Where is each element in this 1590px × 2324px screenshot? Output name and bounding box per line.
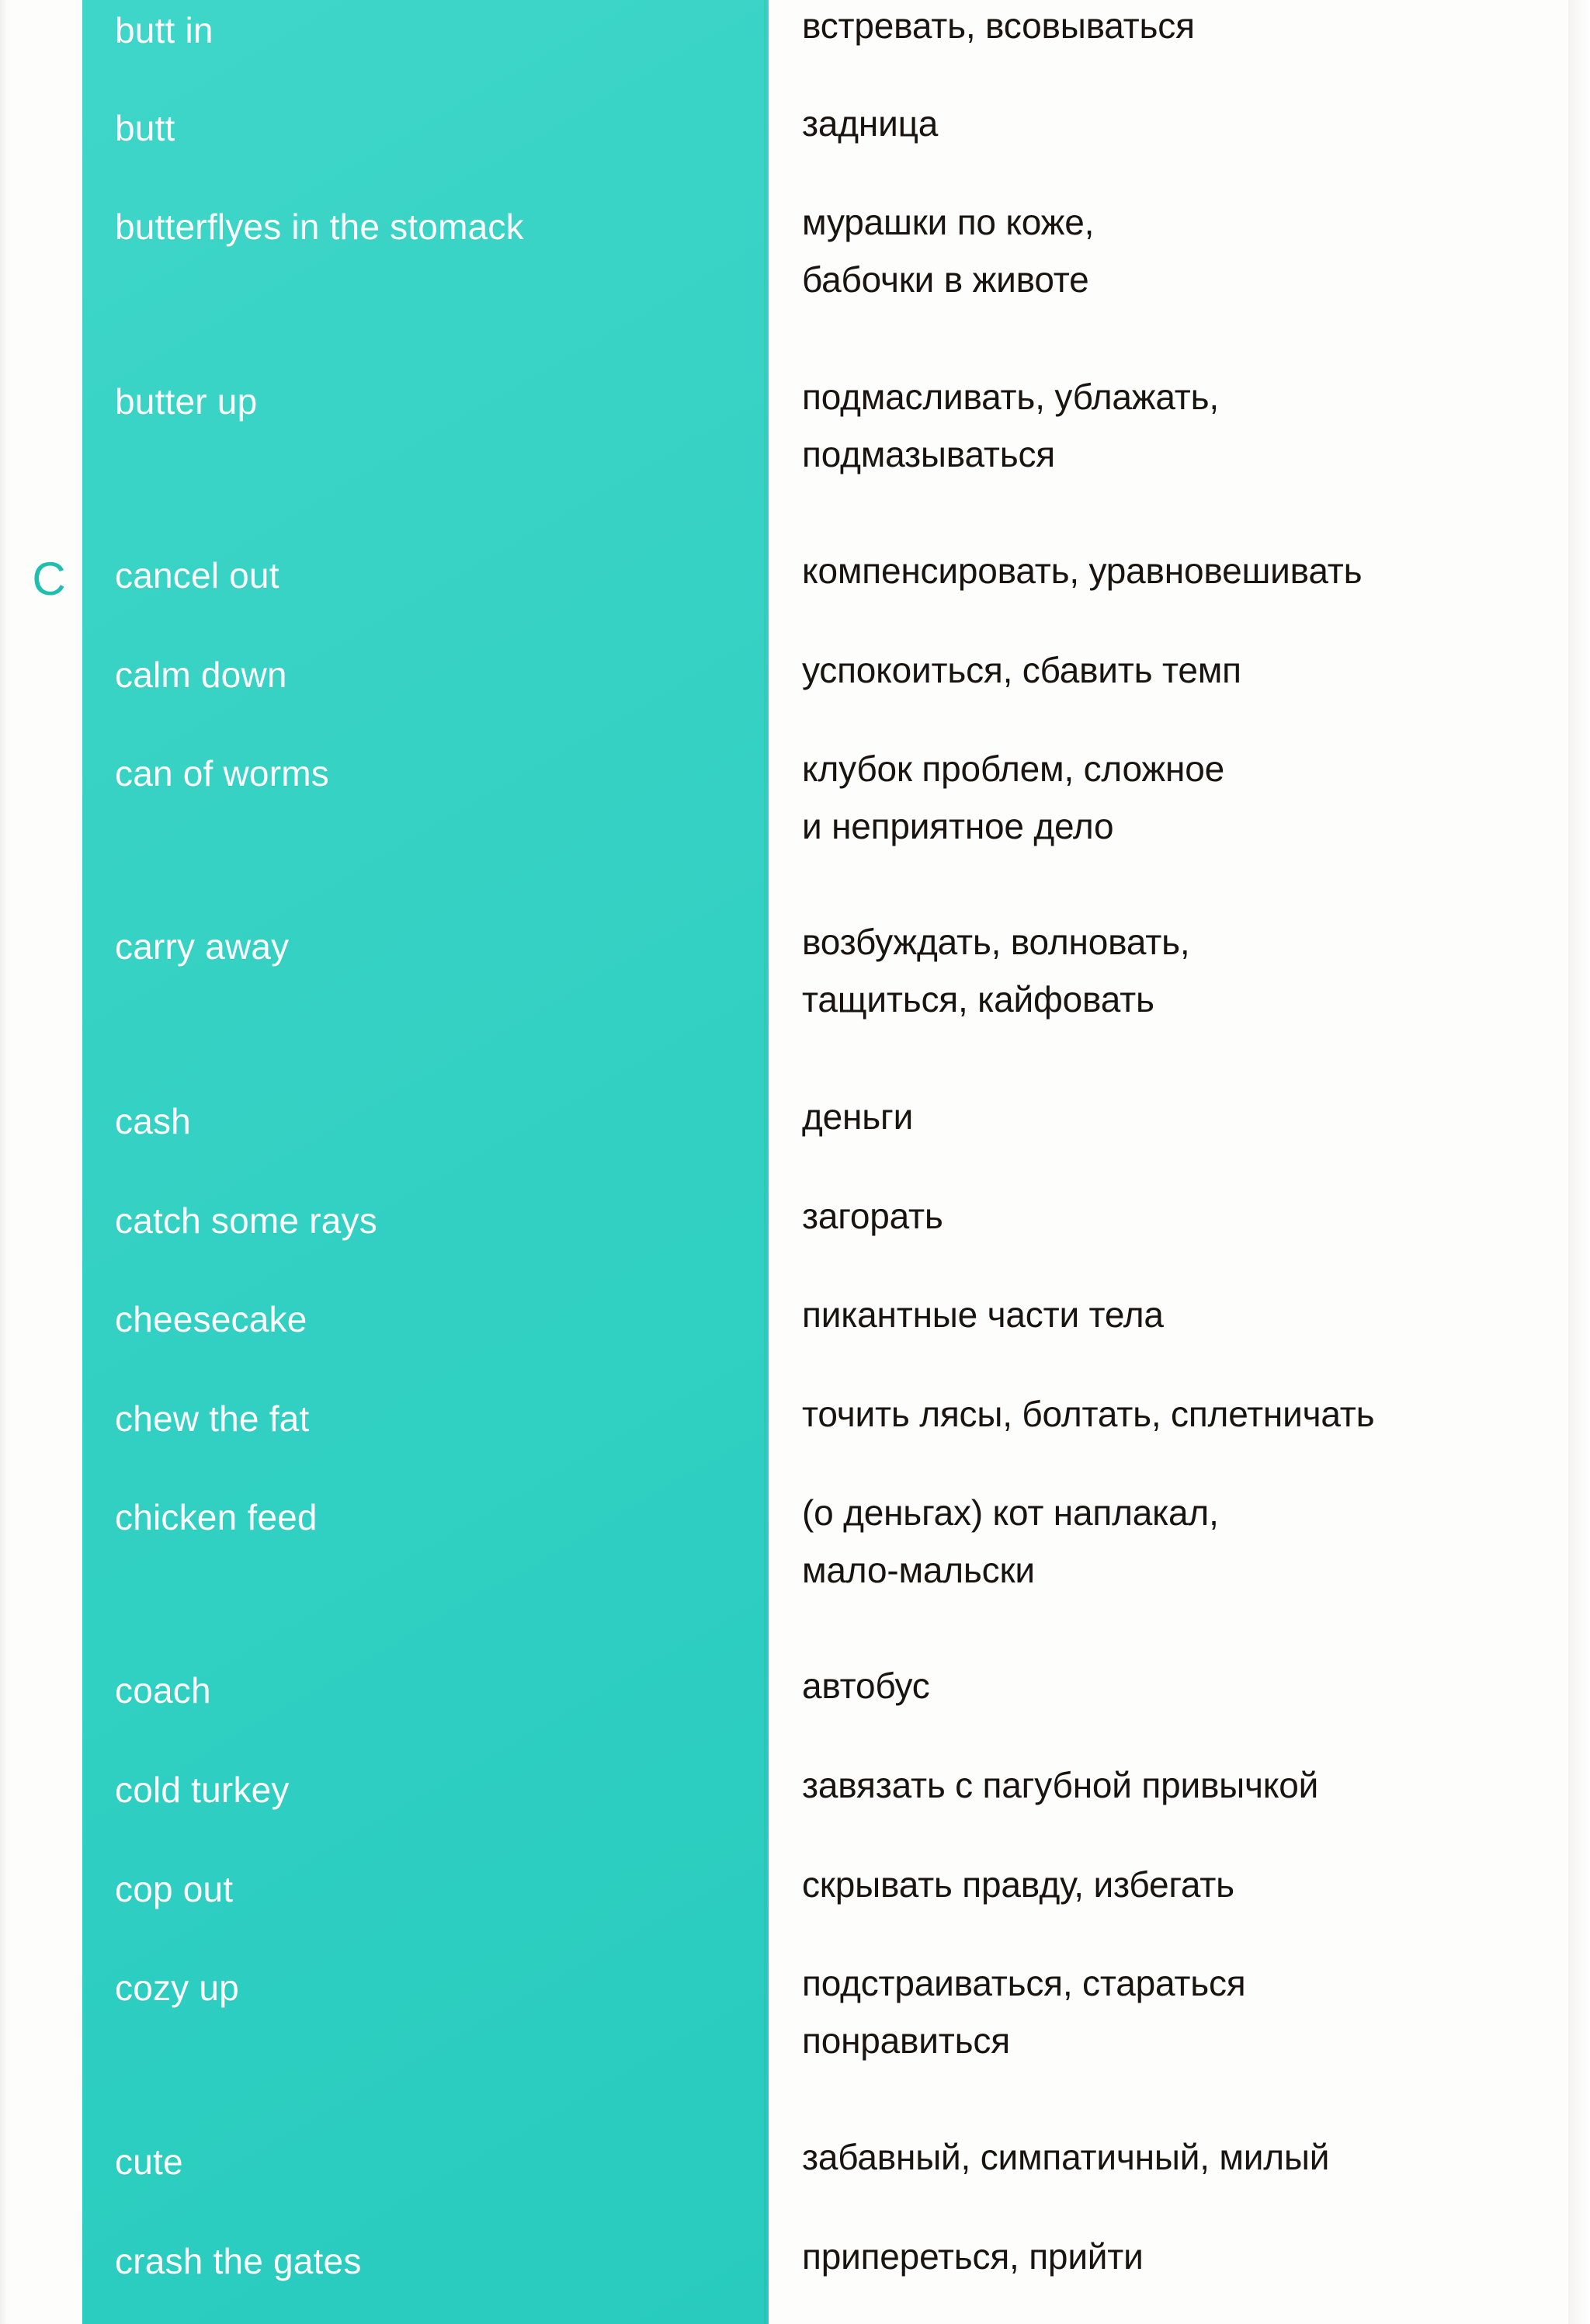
entry-definition: завязать с пагубной привычкой bbox=[802, 1767, 1578, 1803]
definition-line: бабочки в животе bbox=[802, 259, 1089, 300]
definition-line: точить лясы, болтать, сплетничать bbox=[802, 1394, 1375, 1434]
dictionary-page: C butt in встревать, всовываться butt задни… bbox=[0, 0, 1590, 2324]
entry-definition: (о деньгах) кот наплакал, мало-мальски bbox=[802, 1495, 1578, 1588]
entry-term: butt in bbox=[115, 10, 214, 50]
definition-line: пикантные части тела bbox=[802, 1294, 1164, 1335]
entry-term: cancel out bbox=[115, 555, 279, 596]
entry-definition: мурашки по коже, бабочки в животе bbox=[802, 204, 1578, 297]
definition-line: завязать с пагубной привычкой bbox=[802, 1765, 1319, 1805]
definition-line: автобус bbox=[802, 1666, 930, 1706]
entry-term: calm down bbox=[115, 655, 287, 695]
entry-term: cute bbox=[115, 2142, 183, 2182]
entry-definition: подстраиваться, стараться понравиться bbox=[802, 1965, 1578, 2058]
definition-line: задница bbox=[802, 103, 939, 144]
entry-definition: клубок проблем, сложное и неприятное дело bbox=[802, 751, 1578, 844]
glossary-entry-list: butt in встревать, всовываться butt задница… bbox=[0, 0, 1590, 2324]
definition-line: клубок проблем, сложное bbox=[802, 749, 1224, 789]
entry-definition: встревать, всовываться bbox=[802, 8, 1578, 43]
definition-line: подмасливать, ублажать, bbox=[802, 377, 1219, 417]
definition-line: деньги bbox=[802, 1096, 914, 1137]
definition-line: забавный, симпатичный, милый bbox=[802, 2137, 1330, 2177]
entry-term: butterflyes in the stomack bbox=[115, 207, 524, 247]
entry-term: coach bbox=[115, 1670, 211, 1711]
definition-line: успокоиться, сбавить темп bbox=[802, 650, 1241, 690]
entry-term: can of worms bbox=[115, 753, 329, 794]
entry-term: butter up bbox=[115, 381, 258, 422]
definition-line: встревать, всовываться bbox=[802, 5, 1195, 46]
entry-term: catch some rays bbox=[115, 1200, 377, 1241]
entry-term: cop out bbox=[115, 1869, 234, 1909]
definition-line: тащиться, кайфовать bbox=[802, 979, 1154, 1020]
entry-definition: точить лясы, болтать, сплетничать bbox=[802, 1396, 1578, 1432]
entry-definition: возбуждать, волновать, тащиться, кайфоват… bbox=[802, 924, 1578, 1017]
definition-line: компенсировать, уравновешивать bbox=[802, 551, 1363, 591]
entry-term: cold turkey bbox=[115, 1770, 290, 1810]
definition-line: и неприятное дело bbox=[802, 806, 1114, 846]
entry-term: chicken feed bbox=[115, 1497, 318, 1537]
entry-definition: деньги bbox=[802, 1099, 1578, 1134]
entry-term: cheesecake bbox=[115, 1299, 307, 1339]
definition-line: загорать bbox=[802, 1196, 943, 1236]
definition-line: возбуждать, волновать, bbox=[802, 922, 1190, 962]
entry-definition: загорать bbox=[802, 1198, 1578, 1234]
entry-term: carry away bbox=[115, 926, 290, 967]
entry-definition: успокоиться, сбавить темп bbox=[802, 652, 1578, 688]
definition-line: мурашки по коже, bbox=[802, 202, 1095, 242]
definition-line: понравиться bbox=[802, 2020, 1010, 2061]
entry-definition: задница bbox=[802, 106, 1578, 141]
definition-line: мало-мальски bbox=[802, 1550, 1035, 1590]
entry-definition: забавный, симпатичный, милый bbox=[802, 2139, 1578, 2175]
entry-term: crash the gates bbox=[115, 2241, 362, 2281]
definition-line: подмазываться bbox=[802, 434, 1056, 474]
entry-term: cozy up bbox=[115, 1968, 239, 2008]
entry-definition: припереться, прийти bbox=[802, 2239, 1578, 2274]
entry-term: cash bbox=[115, 1101, 191, 1141]
definition-line: скрывать правду, избегать bbox=[802, 1864, 1234, 1905]
entry-definition: пикантные части тела bbox=[802, 1297, 1578, 1332]
definition-line: (о деньгах) кот наплакал, bbox=[802, 1492, 1219, 1533]
entry-definition: скрывать правду, избегать bbox=[802, 1867, 1578, 1902]
entry-definition: автобус bbox=[802, 1668, 1578, 1704]
definition-line: припереться, прийти bbox=[802, 2236, 1144, 2277]
definition-line: подстраиваться, стараться bbox=[802, 1963, 1246, 2003]
entry-definition: компенсировать, уравновешивать bbox=[802, 553, 1578, 589]
entry-term: chew the fat bbox=[115, 1398, 310, 1439]
entry-term: butt bbox=[115, 108, 175, 148]
entry-definition: подмасливать, ублажать, подмазываться bbox=[802, 379, 1578, 472]
